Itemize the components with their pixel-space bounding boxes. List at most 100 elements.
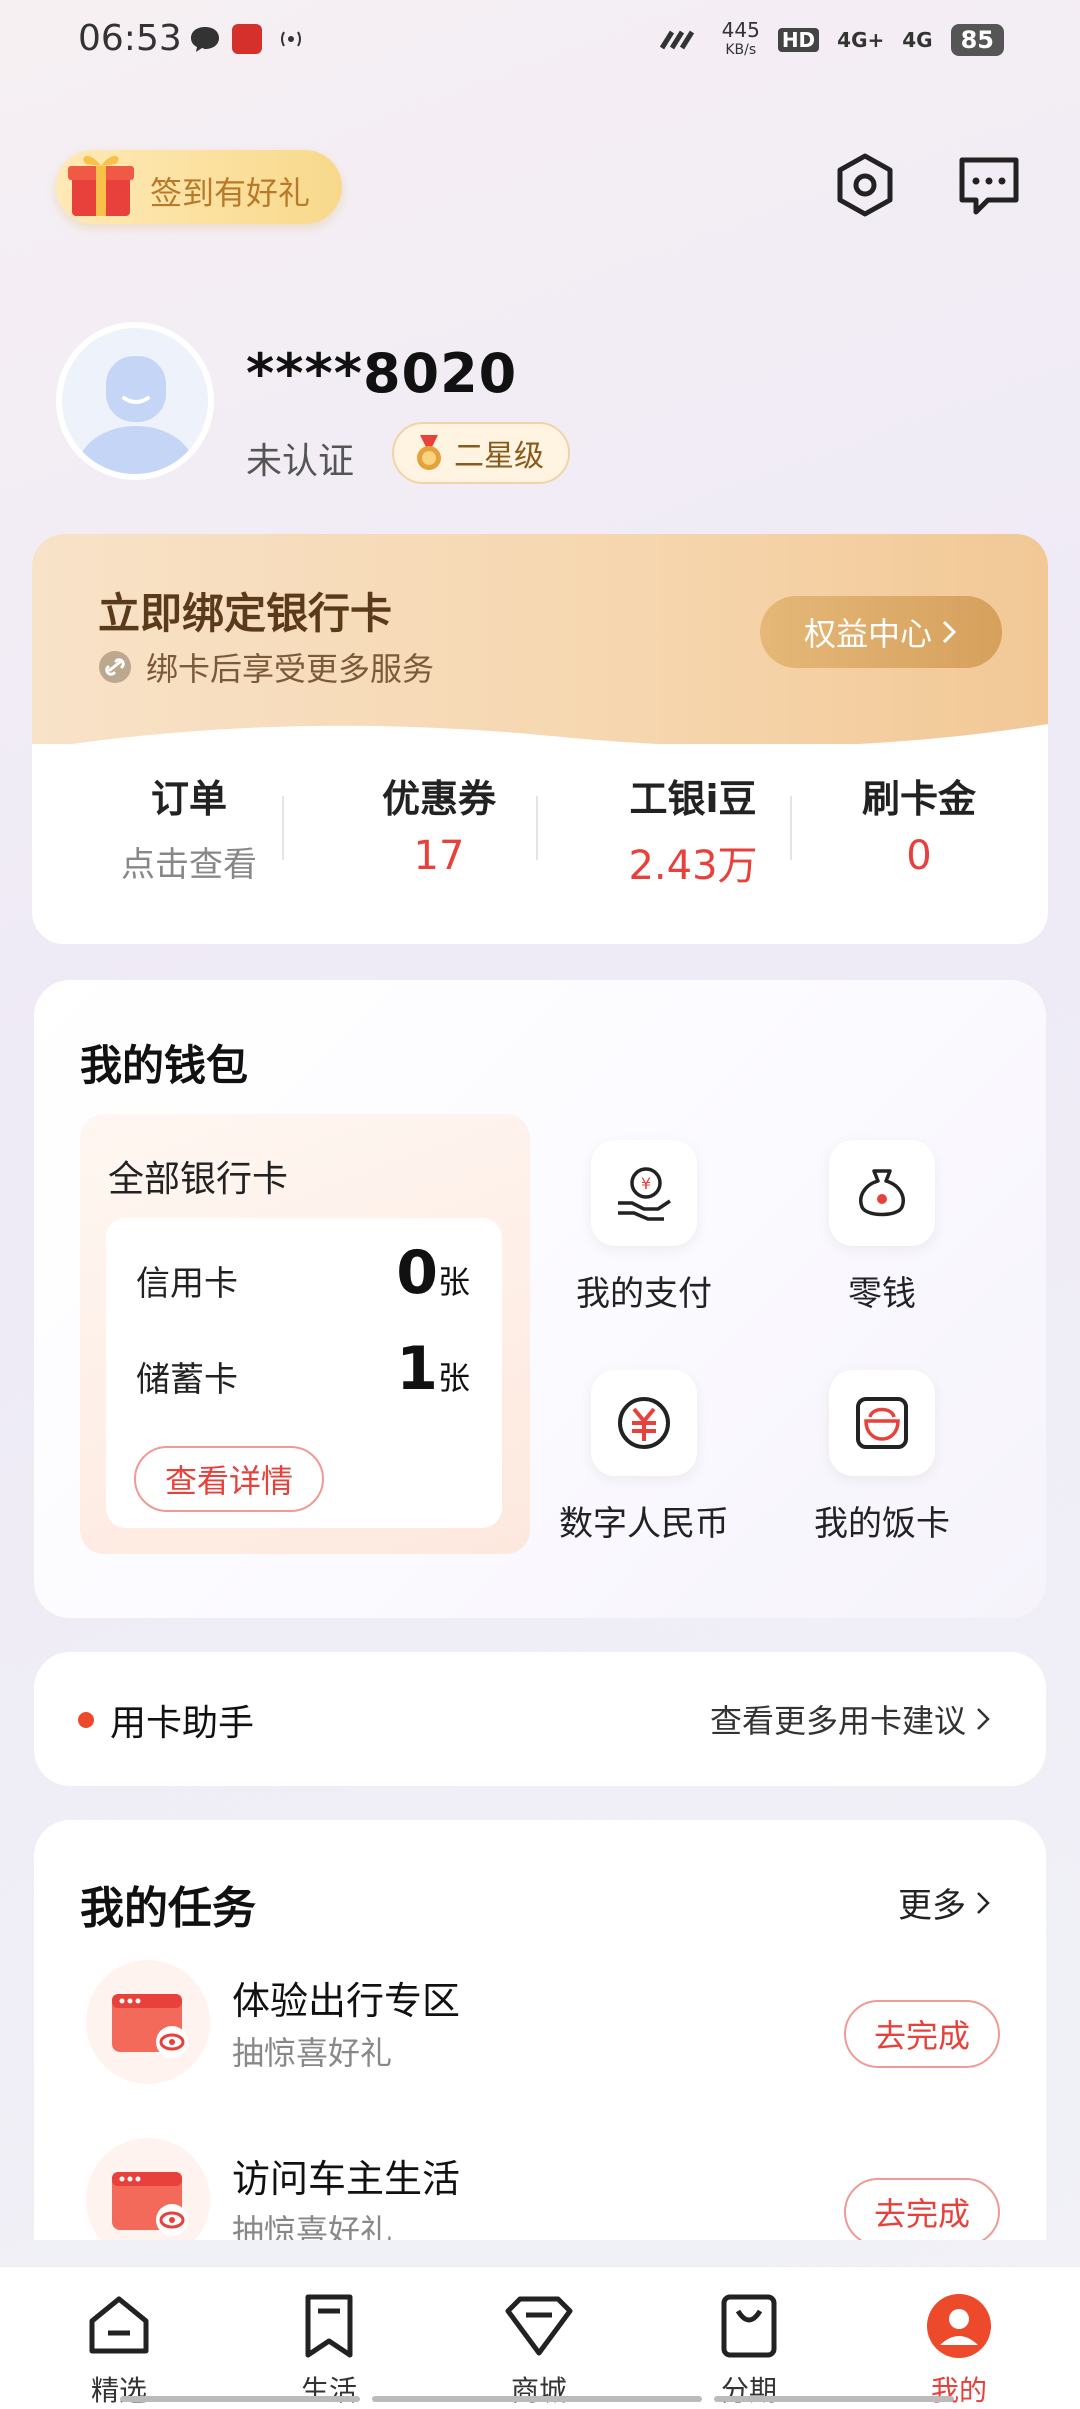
all-bank-cards-panel[interactable]: 全部银行卡 信用卡 0张 储蓄卡 1张 查看详情 (80, 1114, 530, 1554)
shortcut-digital-rmb[interactable]: 数字人民币 (534, 1370, 754, 1545)
credit-card-count-value: 0 (396, 1238, 438, 1308)
chevron-right-icon (942, 620, 957, 644)
signal-speed-icon (659, 30, 694, 50)
task-subtitle: 抽惊喜好礼 (232, 2034, 393, 2072)
nfc-icon (281, 31, 301, 47)
bank-app-icon (232, 24, 262, 54)
shortcut-change[interactable]: 零钱 (772, 1140, 992, 1315)
benefit-center-label: 权益中心 (803, 615, 932, 653)
money-bag-icon (829, 1140, 935, 1246)
task-car-owner-icon (86, 2138, 210, 2240)
more-card-tips-link[interactable]: 查看更多用卡建议 (710, 1696, 990, 1742)
stat-divider (536, 796, 538, 860)
stat-coupons-value: 17 (413, 833, 465, 879)
shortcut-meal-card-label: 我的饭卡 (814, 1504, 950, 1544)
pay-hand-icon: ¥ (591, 1140, 697, 1246)
shopping-bag-icon (721, 2294, 777, 2358)
task-subtitle: 抽惊喜好礼 (232, 2212, 393, 2240)
bind-card-subtitle: 绑卡后享受更多服务 (98, 644, 434, 690)
task-travel-icon (86, 1960, 210, 2084)
stat-icbc-beans-label: 工银i豆 (629, 777, 757, 821)
tasks-more-link[interactable]: 更多 (898, 1878, 990, 1927)
status-right: 445 KB/s HD 4G+ 4G 85 (658, 20, 1004, 60)
diamond-icon (505, 2296, 573, 2356)
stat-icbc-beans-value: 2.43万 (628, 843, 758, 889)
chevron-right-icon (977, 1891, 990, 1914)
stat-orders-value: 点击查看 (121, 845, 257, 885)
debit-card-label: 储蓄卡 (136, 1360, 238, 1400)
link-icon (99, 651, 131, 683)
stat-card-bonus-value: 0 (906, 833, 932, 879)
stat-divider (282, 796, 284, 860)
benefit-center-button[interactable]: 权益中心 (760, 596, 1002, 668)
svg-text:¥: ¥ (641, 1174, 651, 1193)
digital-rmb-icon (591, 1370, 697, 1476)
stat-coupons-label: 优惠券 (381, 777, 496, 821)
credit-card-count: 0张 (396, 1238, 470, 1308)
task-complete-button[interactable]: 去完成 (844, 2000, 1000, 2068)
gift-box-icon (68, 155, 134, 216)
bank-cards-summary: 信用卡 0张 储蓄卡 1张 查看详情 (106, 1218, 502, 1528)
view-details-button[interactable]: 查看详情 (134, 1446, 324, 1512)
stat-card-bonus-label: 刷卡金 (861, 777, 976, 821)
shortcut-meal-card[interactable]: 我的饭卡 (772, 1370, 992, 1545)
stat-card-bonus[interactable]: 刷卡金 0 (794, 768, 1044, 879)
wallet-section: 我的钱包 全部银行卡 信用卡 0张 储蓄卡 1张 查看详情 ¥ 我的支付 零钱 (34, 980, 1046, 1618)
my-tasks-section: 我的任务 更多 体验出行专区 抽惊喜好礼 去完成 访问车主生活 抽惊喜好礼 去完… (34, 1820, 1046, 2240)
bottom-nav: 精选 生活 商城 分期 我的 (0, 2266, 1080, 2409)
bind-card-panel: 立即绑定银行卡 绑卡后享受更多服务 权益中心 订单 点击查看 优惠券 17 工银… (32, 534, 1048, 944)
shortcut-my-payment-label: 我的支付 (576, 1274, 712, 1314)
stat-orders[interactable]: 订单 点击查看 (64, 768, 314, 886)
wallet-title: 我的钱包 (80, 1041, 249, 1090)
member-level-badge[interactable]: 二星级 (392, 422, 570, 484)
meal-card-icon (829, 1370, 935, 1476)
settings-hexagon-icon[interactable] (830, 150, 900, 220)
more-card-tips-label: 查看更多用卡建议 (709, 1702, 966, 1740)
bind-card-title[interactable]: 立即绑定银行卡 (98, 580, 392, 641)
nav-tab-featured[interactable]: 精选 (44, 2267, 194, 2409)
chat-bubble-icon (191, 27, 219, 52)
bookmark-icon (305, 2294, 353, 2358)
shortcut-digital-rmb-label: 数字人民币 (559, 1504, 729, 1544)
nav-tab-mine[interactable]: 我的 (884, 2267, 1034, 2409)
bind-card-subtitle-text: 绑卡后享受更多服务 (146, 650, 435, 688)
credit-card-count-unit: 张 (437, 1263, 470, 1301)
task-title: 体验出行专区 (232, 1979, 461, 2023)
profile-icon (927, 2294, 991, 2358)
my-tasks-title: 我的任务 (80, 1883, 256, 1934)
stat-icbc-beans[interactable]: 工银i豆 2.43万 (568, 768, 818, 891)
card-assistant-title: 用卡助手 (110, 1703, 255, 1744)
default-avatar-icon (78, 356, 194, 474)
member-level-label: 二星级 (454, 439, 544, 474)
stat-divider (790, 796, 792, 860)
auth-status[interactable]: 未认证 (246, 432, 354, 484)
shortcut-change-label: 零钱 (848, 1274, 916, 1314)
shortcut-my-payment[interactable]: ¥ 我的支付 (534, 1140, 754, 1315)
hd-badge: HD (777, 28, 820, 52)
stat-coupons[interactable]: 优惠券 17 (314, 768, 564, 879)
sim1-network: 4G+ (837, 28, 885, 52)
task-complete-button[interactable]: 去完成 (844, 2178, 1000, 2240)
medal-icon (417, 435, 441, 470)
username: ****8020 (246, 342, 518, 405)
message-icon[interactable] (954, 150, 1024, 220)
debit-card-count: 1张 (396, 1334, 470, 1404)
card-assistant-bar[interactable]: 用卡助手 查看更多用卡建议 (34, 1652, 1046, 1786)
avatar[interactable] (56, 322, 214, 480)
status-time: 06:53 (78, 18, 182, 59)
battery-level: 85 (950, 24, 1004, 56)
nav-tab-mall[interactable]: 商城 (464, 2267, 614, 2409)
stat-orders-label: 订单 (150, 777, 227, 821)
nav-tab-life[interactable]: 生活 (254, 2267, 404, 2409)
signin-reward-button[interactable]: 签到有好礼 (56, 150, 342, 224)
gesture-bar (120, 2396, 954, 2402)
sim2-network: 4G (902, 28, 933, 52)
tasks-more-label: 更多 (898, 1886, 966, 1926)
signin-label: 签到有好礼 (150, 174, 311, 212)
status-bar: 06:53 445 KB/s HD 4G+ 4G 85 (0, 0, 1080, 80)
credit-card-label: 信用卡 (136, 1264, 238, 1304)
chevron-right-icon (977, 1708, 990, 1730)
task-title: 访问车主生活 (232, 2157, 461, 2201)
nav-tab-installment[interactable]: 分期 (674, 2267, 824, 2409)
debit-card-count-value: 1 (396, 1334, 438, 1404)
